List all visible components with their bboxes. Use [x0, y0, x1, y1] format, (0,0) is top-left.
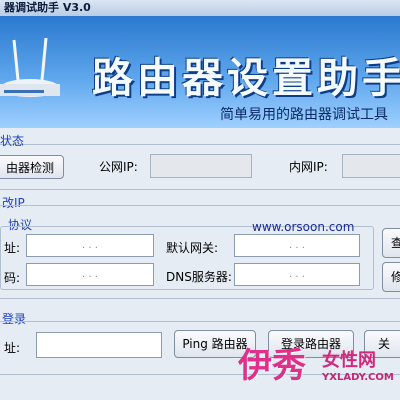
website-url: www.orsoon.com	[252, 220, 355, 234]
banner-title: 路由器设置助手	[92, 54, 400, 102]
router-address-label: 址:	[4, 341, 21, 355]
wan-ip-field	[150, 154, 252, 178]
query-button[interactable]: 查	[382, 228, 400, 258]
subnet-mask-label: 码:	[4, 271, 21, 285]
dns-input[interactable]: . . .	[234, 263, 360, 286]
gateway-label: 默认网关:	[166, 241, 219, 255]
banner: 路由器设置助手 简单易用的路由器调试工具	[0, 16, 400, 128]
watermark-brand: 伊秀	[238, 346, 306, 386]
window-title: 器调试助手 V3.0	[0, 0, 400, 16]
watermark-site: 女性网	[322, 350, 376, 371]
router-address-input[interactable]	[36, 332, 162, 358]
watermark-url: YXLADY.COM	[322, 372, 394, 383]
router-detect-button[interactable]: 由器检测	[0, 155, 64, 179]
ip-placeholder: . . .	[289, 269, 305, 280]
subnet-mask-input[interactable]: . . .	[26, 263, 154, 286]
gateway-input[interactable]: . . .	[234, 234, 360, 257]
ip-placeholder: . . .	[289, 240, 305, 251]
dns-label: DNS服务器:	[166, 270, 232, 284]
wan-ip-label: 公网IP:	[99, 160, 138, 174]
ip-address-input[interactable]: . . .	[26, 234, 154, 257]
router-icon	[0, 37, 60, 97]
lan-ip-field	[342, 154, 400, 178]
modify-button[interactable]: 修	[382, 262, 400, 292]
lan-ip-label: 内网IP:	[289, 160, 328, 174]
ip-address-label: 址:	[4, 241, 21, 255]
status-section-label: 状态	[0, 134, 25, 148]
ip-placeholder: . . .	[82, 269, 98, 280]
ip-placeholder: . . .	[82, 240, 98, 251]
banner-subtitle: 简单易用的路由器调试工具	[220, 107, 388, 123]
